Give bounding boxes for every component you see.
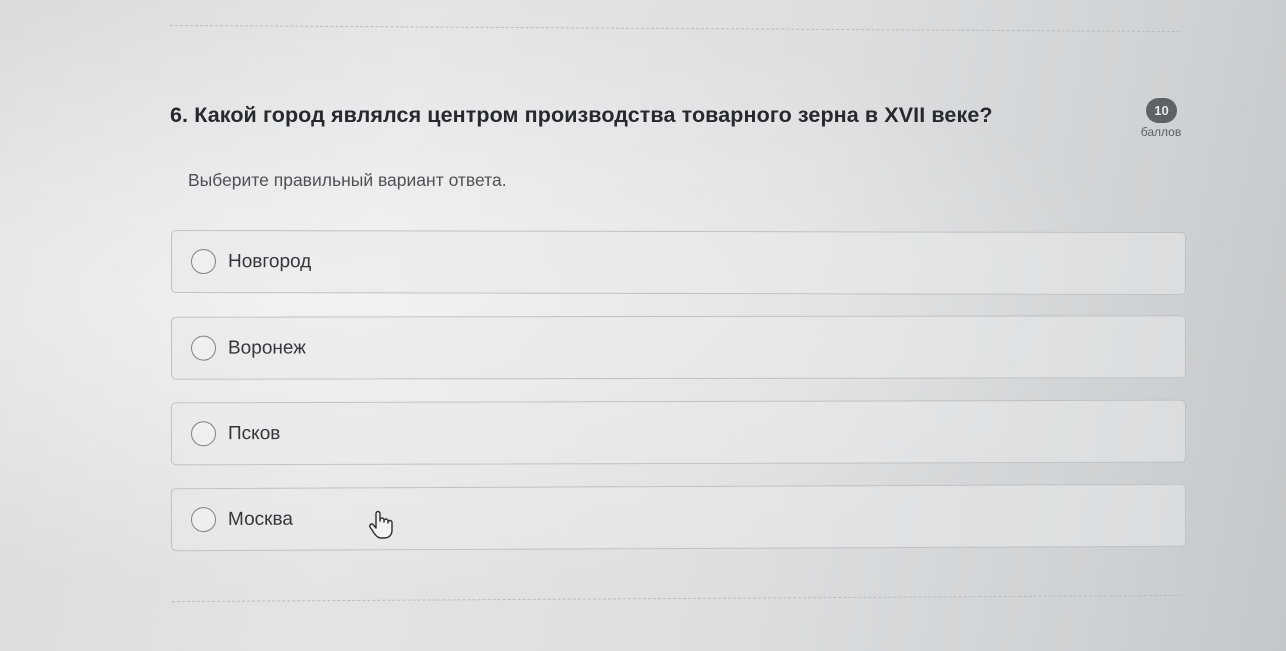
answer-option-label: Новгород	[227, 250, 312, 272]
radio-unchecked-icon[interactable]	[190, 335, 217, 361]
answer-option-label: Псков	[227, 422, 281, 444]
answer-option-label: Воронеж	[227, 337, 306, 359]
radio-unchecked-icon[interactable]	[190, 421, 217, 447]
bottom-divider	[172, 594, 1182, 603]
points-label: баллов	[1140, 125, 1182, 139]
top-divider	[170, 24, 1180, 33]
answer-options: Новгород Воронеж Псков Москва	[170, 229, 1187, 571]
question-title: 6. Какой город являлся центром производс…	[170, 103, 993, 127]
answer-option-novgorod[interactable]: Новгород	[170, 229, 1187, 296]
answer-option-moskva[interactable]: Москва	[170, 483, 1187, 552]
radio-unchecked-icon[interactable]	[190, 507, 217, 533]
points-badge: 10	[1146, 98, 1177, 123]
answer-hint: Выберите правильный вариант ответа.	[188, 170, 507, 190]
answer-option-label: Москва	[227, 508, 293, 530]
hand-pointer-icon	[369, 510, 393, 539]
answer-option-pskov[interactable]: Псков	[170, 399, 1187, 466]
answer-option-voronezh[interactable]: Воронеж	[170, 315, 1187, 380]
radio-unchecked-icon[interactable]	[190, 248, 217, 275]
